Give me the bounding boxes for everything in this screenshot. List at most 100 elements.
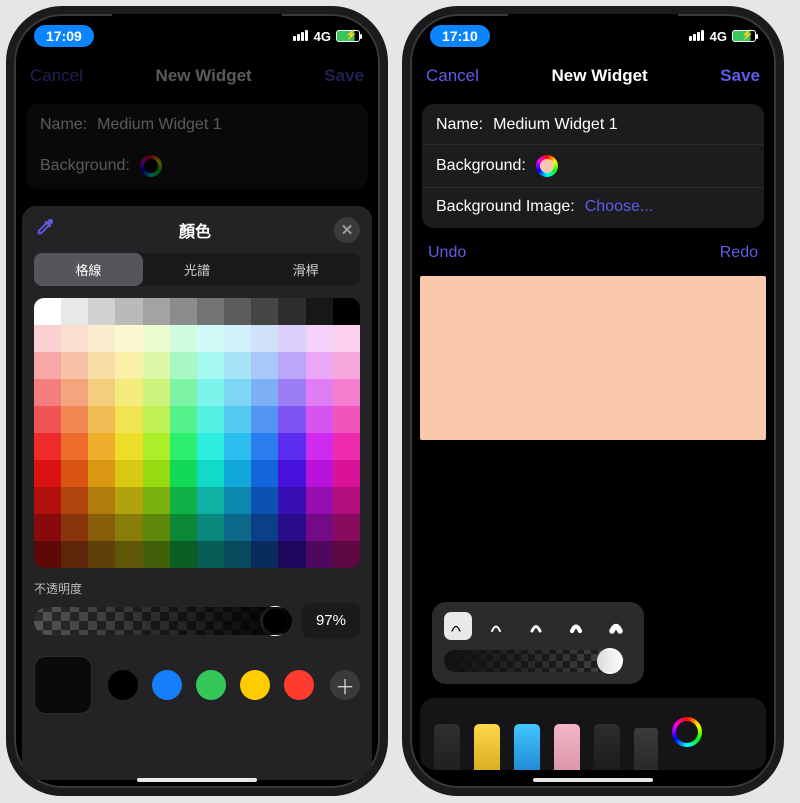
color-cell[interactable] (224, 487, 251, 514)
color-cell[interactable] (197, 406, 224, 433)
color-cell[interactable] (333, 433, 360, 460)
preset-color[interactable] (240, 670, 270, 700)
color-cell[interactable] (88, 379, 115, 406)
color-cell[interactable] (143, 406, 170, 433)
color-cell[interactable] (170, 298, 197, 325)
color-cell[interactable] (251, 541, 278, 568)
color-grid[interactable] (34, 298, 360, 568)
color-cell[interactable] (115, 514, 142, 541)
color-cell[interactable] (34, 298, 61, 325)
color-cell[interactable] (306, 487, 333, 514)
color-cell[interactable] (197, 433, 224, 460)
color-cell[interactable] (143, 433, 170, 460)
color-cell[interactable] (333, 406, 360, 433)
color-cell[interactable] (170, 325, 197, 352)
color-cell[interactable] (251, 406, 278, 433)
color-cell[interactable] (197, 352, 224, 379)
brush-size-5[interactable] (604, 612, 632, 640)
widget-canvas[interactable] (420, 276, 766, 440)
brush-size-3[interactable] (524, 612, 552, 640)
color-cell[interactable] (115, 460, 142, 487)
brush-size-4[interactable] (564, 612, 592, 640)
color-cell[interactable] (278, 460, 305, 487)
color-cell[interactable] (115, 379, 142, 406)
color-cell[interactable] (61, 379, 88, 406)
color-cell[interactable] (278, 514, 305, 541)
color-cell[interactable] (34, 487, 61, 514)
color-cell[interactable] (278, 325, 305, 352)
color-cell[interactable] (197, 487, 224, 514)
tab-sliders[interactable]: 滑桿 (251, 253, 360, 286)
color-cell[interactable] (170, 487, 197, 514)
color-cell[interactable] (34, 379, 61, 406)
close-icon[interactable]: ✕ (334, 217, 360, 243)
color-cell[interactable] (170, 541, 197, 568)
name-field[interactable]: Medium Widget 1 (493, 116, 618, 134)
brush-opacity-slider[interactable] (444, 650, 624, 672)
tool-eraser[interactable] (554, 724, 580, 770)
color-cell[interactable] (34, 325, 61, 352)
color-cell[interactable] (197, 541, 224, 568)
color-cell[interactable] (333, 298, 360, 325)
color-cell[interactable] (88, 514, 115, 541)
color-cell[interactable] (34, 541, 61, 568)
color-cell[interactable] (143, 460, 170, 487)
color-cell[interactable] (251, 487, 278, 514)
color-cell[interactable] (278, 487, 305, 514)
color-cell[interactable] (143, 514, 170, 541)
color-cell[interactable] (224, 406, 251, 433)
color-cell[interactable] (143, 325, 170, 352)
color-cell[interactable] (306, 406, 333, 433)
color-cell[interactable] (115, 325, 142, 352)
tab-spectrum[interactable]: 光譜 (143, 253, 252, 286)
color-cell[interactable] (143, 541, 170, 568)
color-cell[interactable] (333, 352, 360, 379)
color-cell[interactable] (224, 325, 251, 352)
color-cell[interactable] (278, 298, 305, 325)
color-ring-icon[interactable] (672, 717, 702, 747)
opacity-knob[interactable] (260, 606, 290, 636)
color-cell[interactable] (88, 352, 115, 379)
color-cell[interactable] (115, 433, 142, 460)
choose-image-button[interactable]: Choose... (585, 198, 653, 216)
color-cell[interactable] (224, 379, 251, 406)
color-cell[interactable] (333, 487, 360, 514)
color-cell[interactable] (34, 514, 61, 541)
color-cell[interactable] (224, 541, 251, 568)
color-cell[interactable] (61, 325, 88, 352)
cancel-button[interactable]: Cancel (30, 66, 83, 86)
color-cell[interactable] (224, 298, 251, 325)
save-button[interactable]: Save (324, 66, 364, 86)
color-cell[interactable] (278, 541, 305, 568)
color-cell[interactable] (197, 460, 224, 487)
home-indicator[interactable] (533, 778, 653, 782)
color-cell[interactable] (333, 379, 360, 406)
color-cell[interactable] (143, 298, 170, 325)
color-cell[interactable] (88, 541, 115, 568)
color-cell[interactable] (224, 352, 251, 379)
save-button[interactable]: Save (720, 66, 760, 86)
color-cell[interactable] (88, 433, 115, 460)
color-cell[interactable] (61, 406, 88, 433)
home-indicator[interactable] (137, 778, 257, 782)
tool-ruler[interactable] (634, 728, 658, 770)
color-cell[interactable] (170, 379, 197, 406)
tool-crayon[interactable] (594, 724, 620, 770)
add-color-button[interactable]: ＋ (330, 670, 360, 700)
color-cell[interactable] (224, 433, 251, 460)
color-cell[interactable] (224, 460, 251, 487)
color-cell[interactable] (115, 487, 142, 514)
preset-color[interactable] (152, 670, 182, 700)
color-cell[interactable] (115, 352, 142, 379)
color-cell[interactable] (88, 487, 115, 514)
color-cell[interactable] (170, 352, 197, 379)
color-cell[interactable] (306, 352, 333, 379)
color-cell[interactable] (278, 406, 305, 433)
color-cell[interactable] (306, 460, 333, 487)
color-cell[interactable] (197, 298, 224, 325)
color-cell[interactable] (333, 325, 360, 352)
brush-opacity-knob[interactable] (597, 648, 623, 674)
undo-button[interactable]: Undo (428, 244, 466, 262)
color-cell[interactable] (251, 352, 278, 379)
color-cell[interactable] (251, 379, 278, 406)
